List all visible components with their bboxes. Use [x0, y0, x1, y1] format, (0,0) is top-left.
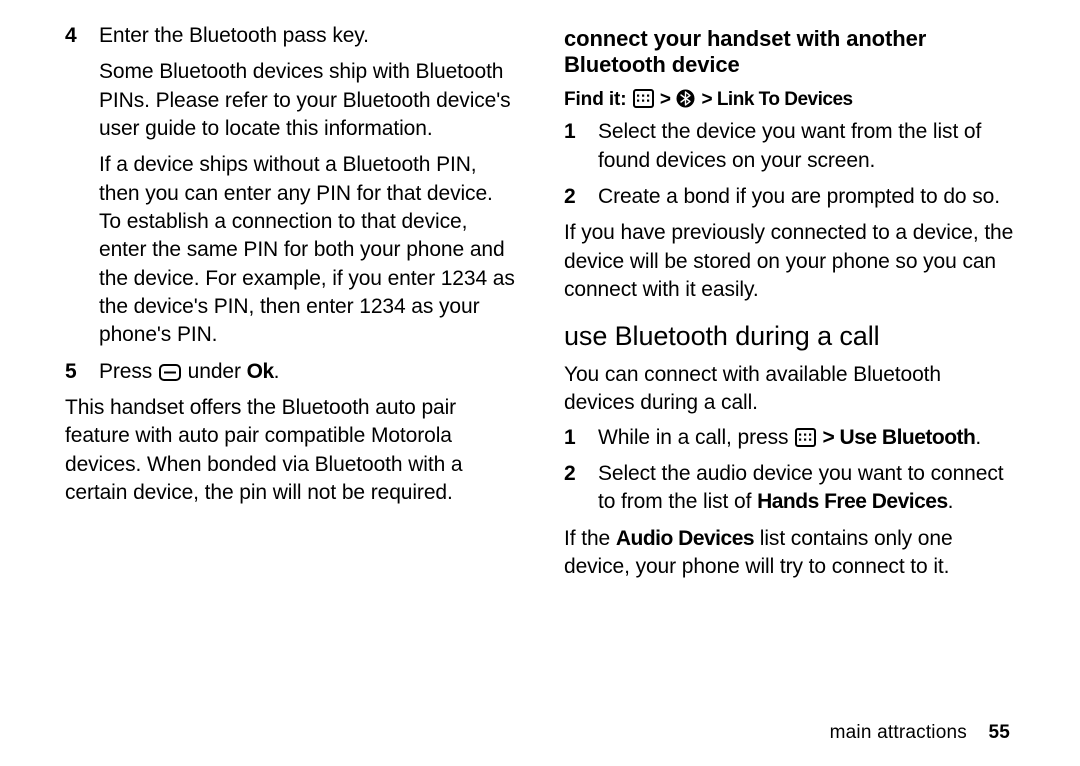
step-number: 5: [65, 358, 77, 386]
use-step-2: 2 Select the audio device you want to co…: [564, 460, 1015, 517]
menu-grid-icon: [795, 428, 816, 447]
connect-after-paragraph: If you have previously connected to a de…: [564, 219, 1015, 304]
connect-step-2: 2 Create a bond if you are prompted to d…: [564, 183, 1015, 211]
step-number: 1: [564, 118, 576, 146]
menu-key-icon: [159, 364, 181, 381]
step-4-para1: Some Bluetooth devices ship with Bluetoo…: [99, 58, 516, 143]
use-after-paragraph: If the Audio Devices list contains only …: [564, 525, 1015, 582]
step-5-text: Press under Ok.: [99, 358, 516, 386]
step-number: 2: [564, 460, 576, 488]
right-column: connect your handset with another Blueto…: [564, 22, 1015, 587]
step-number: 2: [564, 183, 576, 211]
step-number: 4: [65, 22, 77, 50]
bluetooth-icon: [676, 89, 695, 108]
page-number: 55: [988, 722, 1010, 743]
heading-use-bt: use Bluetooth during a call: [564, 318, 1015, 354]
step-number: 1: [564, 424, 576, 452]
connect-step-1: 1 Select the device you want from the li…: [564, 118, 1015, 175]
left-column: 4 Enter the Bluetooth pass key. Some Blu…: [65, 22, 516, 587]
step-4-line1: Enter the Bluetooth pass key.: [99, 22, 516, 50]
heading-connect: connect your handset with another Blueto…: [564, 26, 1015, 79]
step-4-para2: If a device ships without a Bluetooth PI…: [99, 151, 516, 349]
menu-grid-icon: [633, 89, 654, 108]
use-intro: You can connect with available Bluetooth…: [564, 361, 1015, 418]
step-5: 5 Press under Ok.: [65, 358, 516, 386]
page-footer: main attractions 55: [830, 722, 1010, 744]
find-it-path: Find it: > > Link To Devices: [564, 87, 1015, 113]
use-step-1: 1 While in a call, press > Use Bluetooth…: [564, 424, 1015, 452]
step-4: 4 Enter the Bluetooth pass key. Some Blu…: [65, 22, 516, 350]
left-tail-paragraph: This handset offers the Bluetooth auto p…: [65, 394, 516, 507]
manual-page: 4 Enter the Bluetooth pass key. Some Blu…: [0, 0, 1080, 607]
section-title: main attractions: [830, 722, 967, 743]
